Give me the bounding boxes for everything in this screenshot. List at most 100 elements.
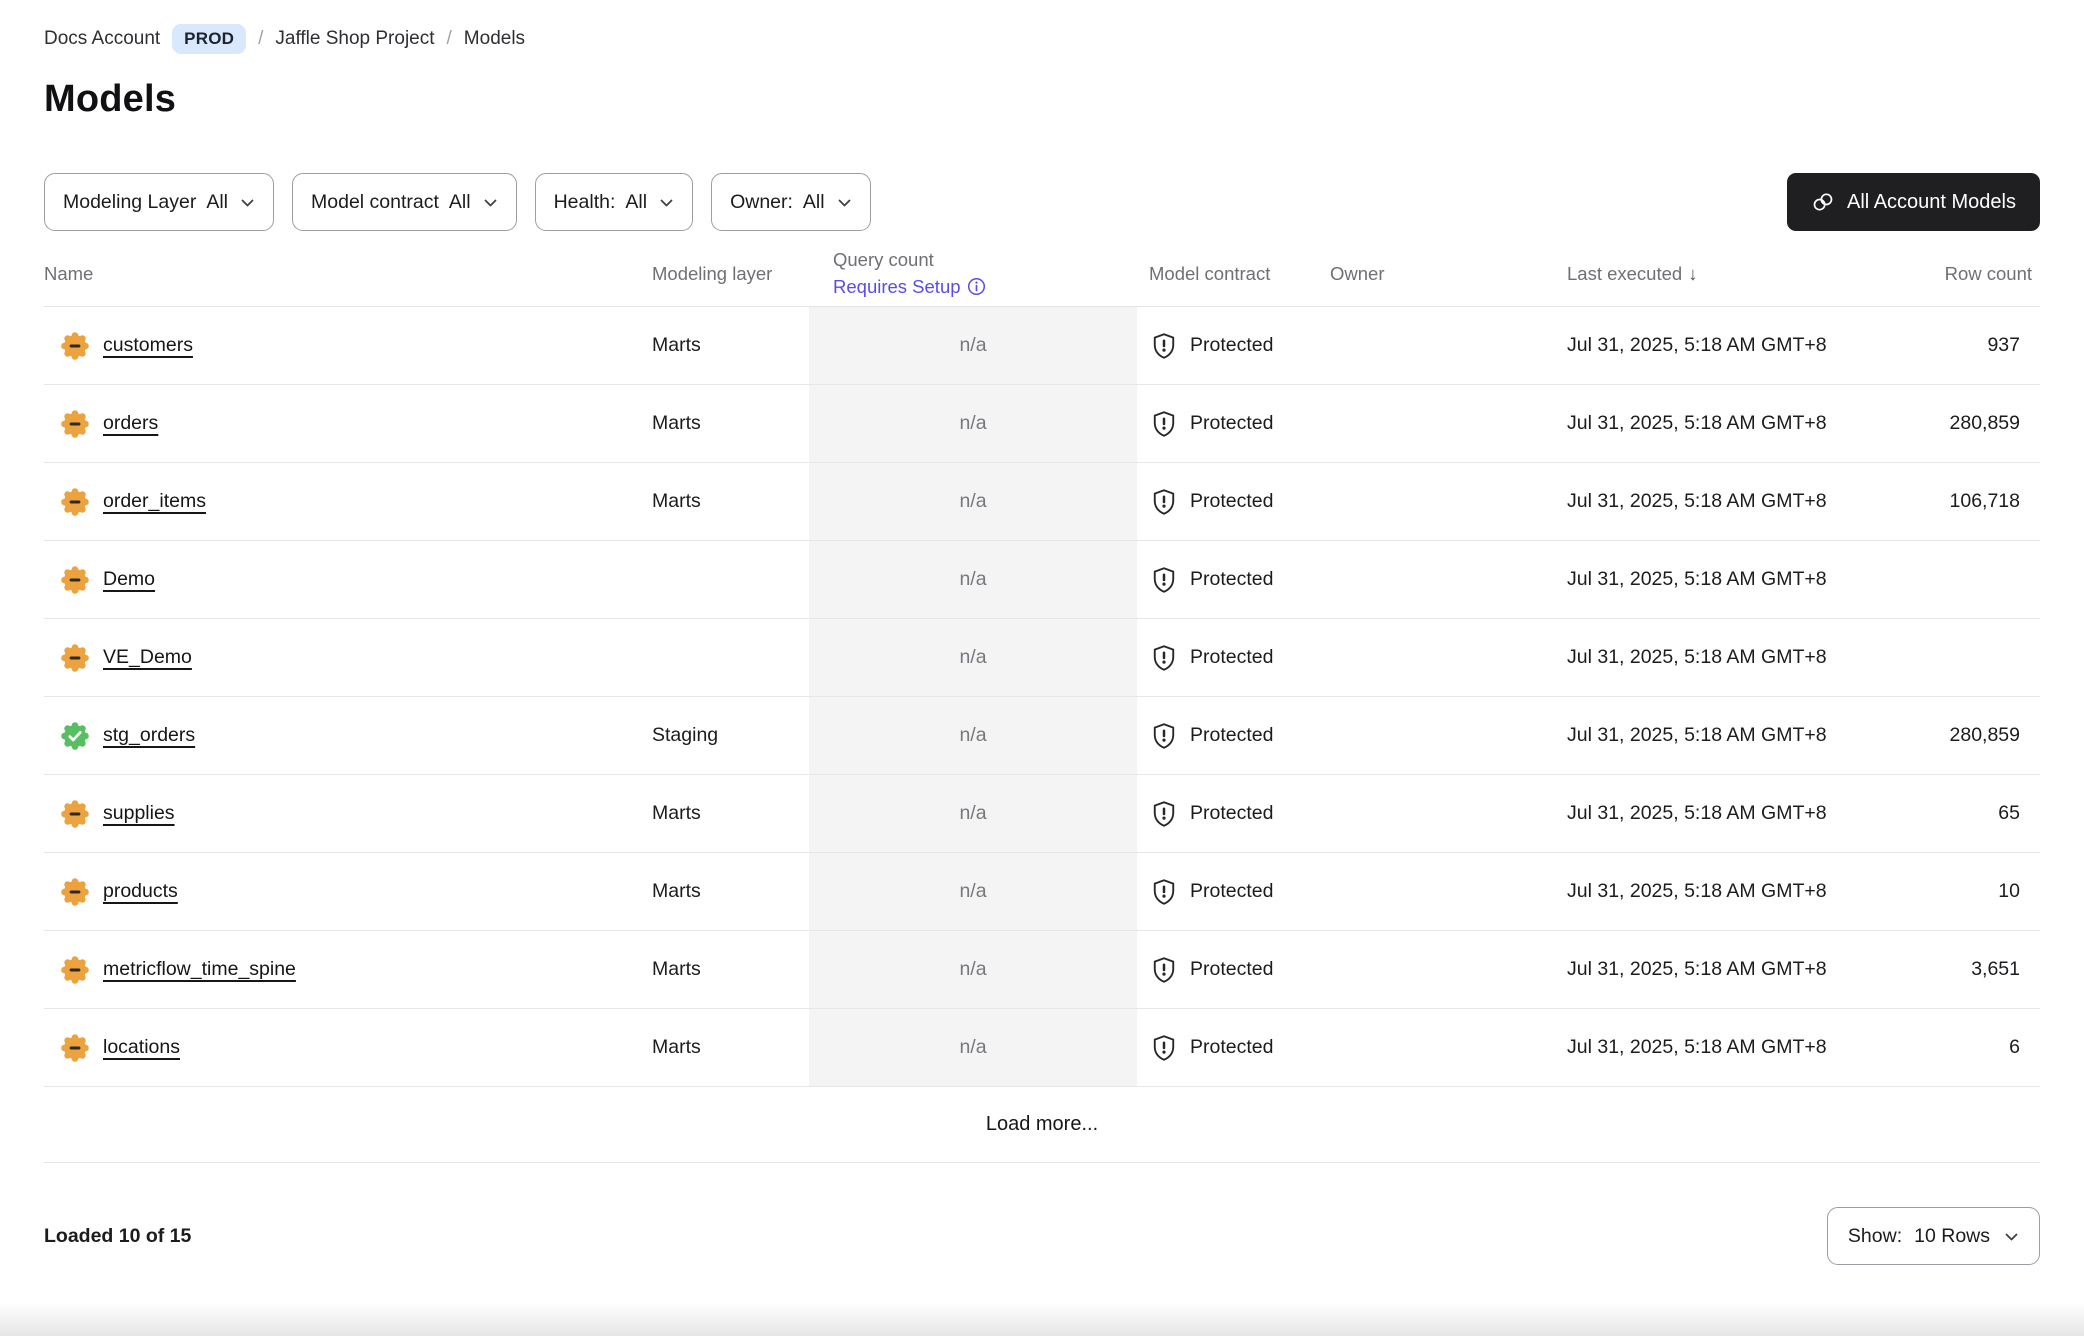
model-contract-cell: Protected [1137, 955, 1330, 985]
table-row: Demo n/a Protected Jul 31, 2025, 5:18 AM… [44, 541, 2040, 619]
breadcrumb-project[interactable]: Jaffle Shop Project [275, 28, 434, 50]
shield-icon [1149, 409, 1179, 439]
model-contract-cell: Protected [1137, 487, 1330, 517]
chevron-down-icon [483, 196, 498, 209]
model-name-link[interactable]: orders [103, 412, 158, 435]
filter-modeling-layer[interactable]: Modeling Layer All [44, 173, 274, 231]
last-executed-cell: Jul 31, 2025, 5:18 AM GMT+8 [1567, 490, 1871, 513]
query-count-cell: n/a [809, 931, 1137, 1008]
model-contract-label: Protected [1190, 802, 1273, 825]
loaded-count-text: Loaded 10 of 15 [44, 1225, 191, 1248]
last-executed-cell: Jul 31, 2025, 5:18 AM GMT+8 [1567, 568, 1871, 591]
health-warning-icon [60, 877, 90, 907]
name-cell: order_items [44, 487, 652, 517]
filter-label: Health: [554, 191, 616, 214]
filter-model-contract[interactable]: Model contract All [292, 173, 517, 231]
filter-owner[interactable]: Owner: All [711, 173, 871, 231]
shield-icon [1149, 799, 1179, 829]
query-count-cell: n/a [809, 1009, 1137, 1086]
modeling-layer-cell: Marts [652, 802, 809, 825]
model-contract-cell: Protected [1137, 877, 1330, 907]
last-executed-cell: Jul 31, 2025, 5:18 AM GMT+8 [1567, 880, 1871, 903]
filter-value: All [803, 191, 825, 214]
row-count-cell: 3,651 [1871, 958, 2040, 981]
requires-setup-link[interactable]: Requires Setup [833, 274, 986, 301]
health-warning-icon [60, 565, 90, 595]
breadcrumb-account[interactable]: Docs Account [44, 28, 160, 50]
table-row: metricflow_time_spine Marts n/a Protecte… [44, 931, 2040, 1009]
name-cell: supplies [44, 799, 652, 829]
shield-icon [1149, 643, 1179, 673]
model-contract-cell: Protected [1137, 331, 1330, 361]
all-account-models-label: All Account Models [1847, 191, 2016, 214]
model-name-link[interactable]: metricflow_time_spine [103, 958, 296, 981]
table-row: orders Marts n/a Protected Jul 31, 2025,… [44, 385, 2040, 463]
model-name-link[interactable]: supplies [103, 802, 175, 825]
filter-health[interactable]: Health: All [535, 173, 693, 231]
info-icon [967, 277, 986, 296]
chevron-down-icon [240, 196, 255, 209]
last-executed-cell: Jul 31, 2025, 5:18 AM GMT+8 [1567, 412, 1871, 435]
sort-descending-icon: ↓ [1688, 263, 1697, 284]
name-cell: stg_orders [44, 721, 652, 751]
model-name-link[interactable]: order_items [103, 490, 206, 513]
chevron-down-icon [837, 196, 852, 209]
model-contract-label: Protected [1190, 724, 1273, 747]
health-warning-icon [60, 487, 90, 517]
breadcrumb-separator: / [447, 28, 452, 50]
table-row: products Marts n/a Protected Jul 31, 202… [44, 853, 2040, 931]
health-warning-icon [60, 331, 90, 361]
model-contract-label: Protected [1190, 646, 1273, 669]
table-row: VE_Demo n/a Protected Jul 31, 2025, 5:18… [44, 619, 2040, 697]
model-contract-cell: Protected [1137, 721, 1330, 751]
model-contract-label: Protected [1190, 334, 1273, 357]
health-warning-icon [60, 643, 90, 673]
model-contract-label: Protected [1190, 490, 1273, 513]
name-cell: products [44, 877, 652, 907]
name-cell: locations [44, 1033, 652, 1063]
query-count-cell: n/a [809, 619, 1137, 696]
column-header-name: Name [44, 263, 652, 285]
model-name-link[interactable]: customers [103, 334, 193, 357]
shield-icon [1149, 331, 1179, 361]
name-cell: orders [44, 409, 652, 439]
table-row: customers Marts n/a Protected Jul 31, 20… [44, 307, 2040, 385]
row-count-cell: 10 [1871, 880, 2040, 903]
environment-badge: PROD [172, 24, 246, 54]
last-executed-cell: Jul 31, 2025, 5:18 AM GMT+8 [1567, 958, 1871, 981]
last-executed-cell: Jul 31, 2025, 5:18 AM GMT+8 [1567, 646, 1871, 669]
all-account-models-button[interactable]: All Account Models [1787, 173, 2040, 231]
model-name-link[interactable]: stg_orders [103, 724, 195, 747]
model-name-link[interactable]: Demo [103, 568, 155, 591]
model-name-link[interactable]: VE_Demo [103, 646, 192, 669]
query-count-cell: n/a [809, 463, 1137, 540]
bottom-fade [0, 1302, 2084, 1336]
rows-per-page-dropdown[interactable]: Show: 10 Rows [1827, 1207, 2040, 1265]
row-count-cell: 6 [1871, 1036, 2040, 1059]
filter-value: All [625, 191, 647, 214]
model-contract-label: Protected [1190, 958, 1273, 981]
column-header-last-executed[interactable]: Last executed↓ [1567, 263, 1871, 285]
modeling-layer-cell: Marts [652, 880, 809, 903]
model-contract-cell: Protected [1137, 409, 1330, 439]
chevron-down-icon [2004, 1230, 2019, 1243]
link-icon [1811, 190, 1835, 214]
row-count-cell: 280,859 [1871, 724, 2040, 747]
model-name-link[interactable]: locations [103, 1036, 180, 1059]
load-more-button[interactable]: Load more... [986, 1113, 1098, 1136]
name-cell: metricflow_time_spine [44, 955, 652, 985]
breadcrumb: Docs Account PROD / Jaffle Shop Project … [44, 24, 2040, 54]
row-count-cell: 65 [1871, 802, 2040, 825]
modeling-layer-cell: Marts [652, 334, 809, 357]
table-row: stg_orders Staging n/a Protected Jul 31,… [44, 697, 2040, 775]
modeling-layer-cell: Marts [652, 412, 809, 435]
chevron-down-icon [659, 196, 674, 209]
shield-icon [1149, 487, 1179, 517]
filter-value: All [449, 191, 471, 214]
name-cell: Demo [44, 565, 652, 595]
health-warning-icon [60, 799, 90, 829]
model-contract-label: Protected [1190, 1036, 1273, 1059]
query-count-cell: n/a [809, 775, 1137, 852]
table-footer: Loaded 10 of 15 Show: 10 Rows [44, 1163, 2040, 1303]
model-name-link[interactable]: products [103, 880, 178, 903]
